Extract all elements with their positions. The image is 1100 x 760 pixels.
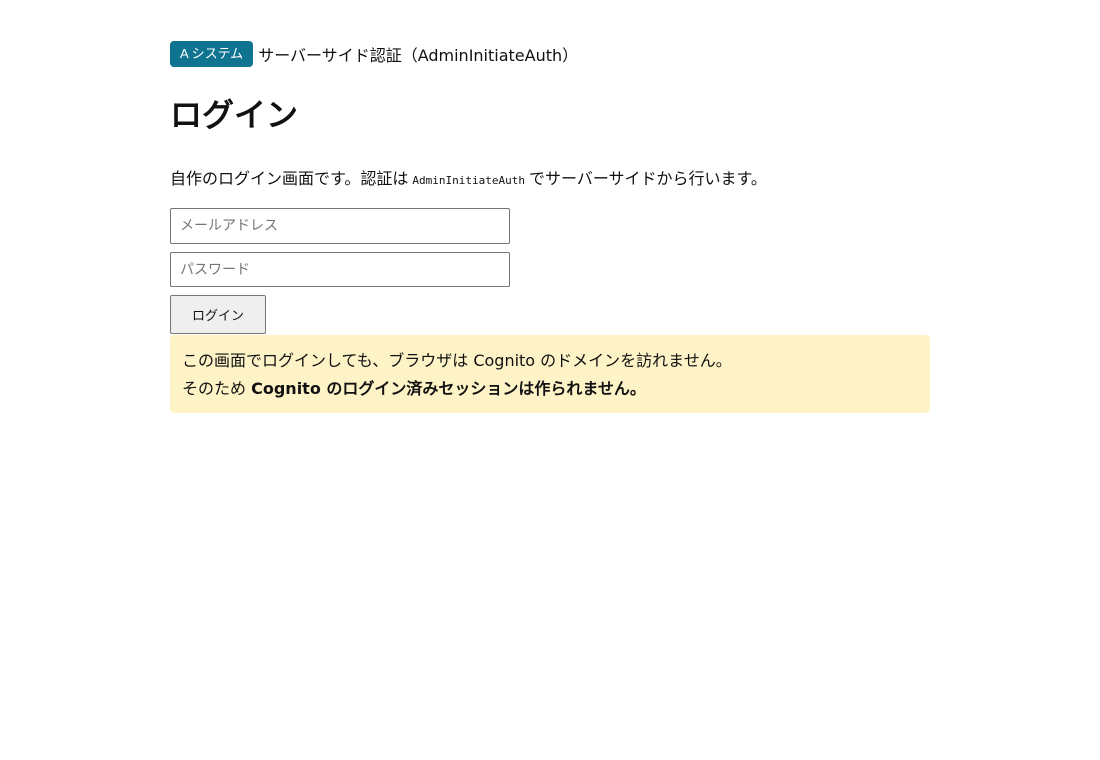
page-description: 自作のログイン画面です。認証は AdminInitiateAuth でサーバーサイド… <box>170 167 767 193</box>
description-text-before: 自作のログイン画面です。認証は <box>170 169 409 188</box>
header-title: サーバーサイド認証（AdminInitiateAuth） <box>258 46 579 65</box>
notice-line-2-emphasis: Cognito のログイン済みセッションは作られません。 <box>251 379 646 398</box>
notice-box: この画面でログインしても、ブラウザは Cognito のドメインを訪れません。 … <box>170 335 930 413</box>
description-text-after: でサーバーサイドから行います。 <box>529 169 767 188</box>
login-button[interactable]: ログイン <box>170 295 266 334</box>
notice-line-2-prefix: そのため <box>182 379 247 398</box>
description-code: AdminInitiateAuth <box>412 174 525 187</box>
notice-line-2: そのため Cognito のログイン済みセッションは作られません。 <box>182 375 918 403</box>
password-field[interactable] <box>170 252 510 287</box>
page-title: ログイン <box>170 96 299 134</box>
system-badge: A システム <box>170 41 254 67</box>
header: A システム サーバーサイド認証（AdminInitiateAuth） <box>170 41 578 67</box>
email-field[interactable] <box>170 208 510 244</box>
notice-line-1: この画面でログインしても、ブラウザは Cognito のドメインを訪れません。 <box>182 351 732 370</box>
